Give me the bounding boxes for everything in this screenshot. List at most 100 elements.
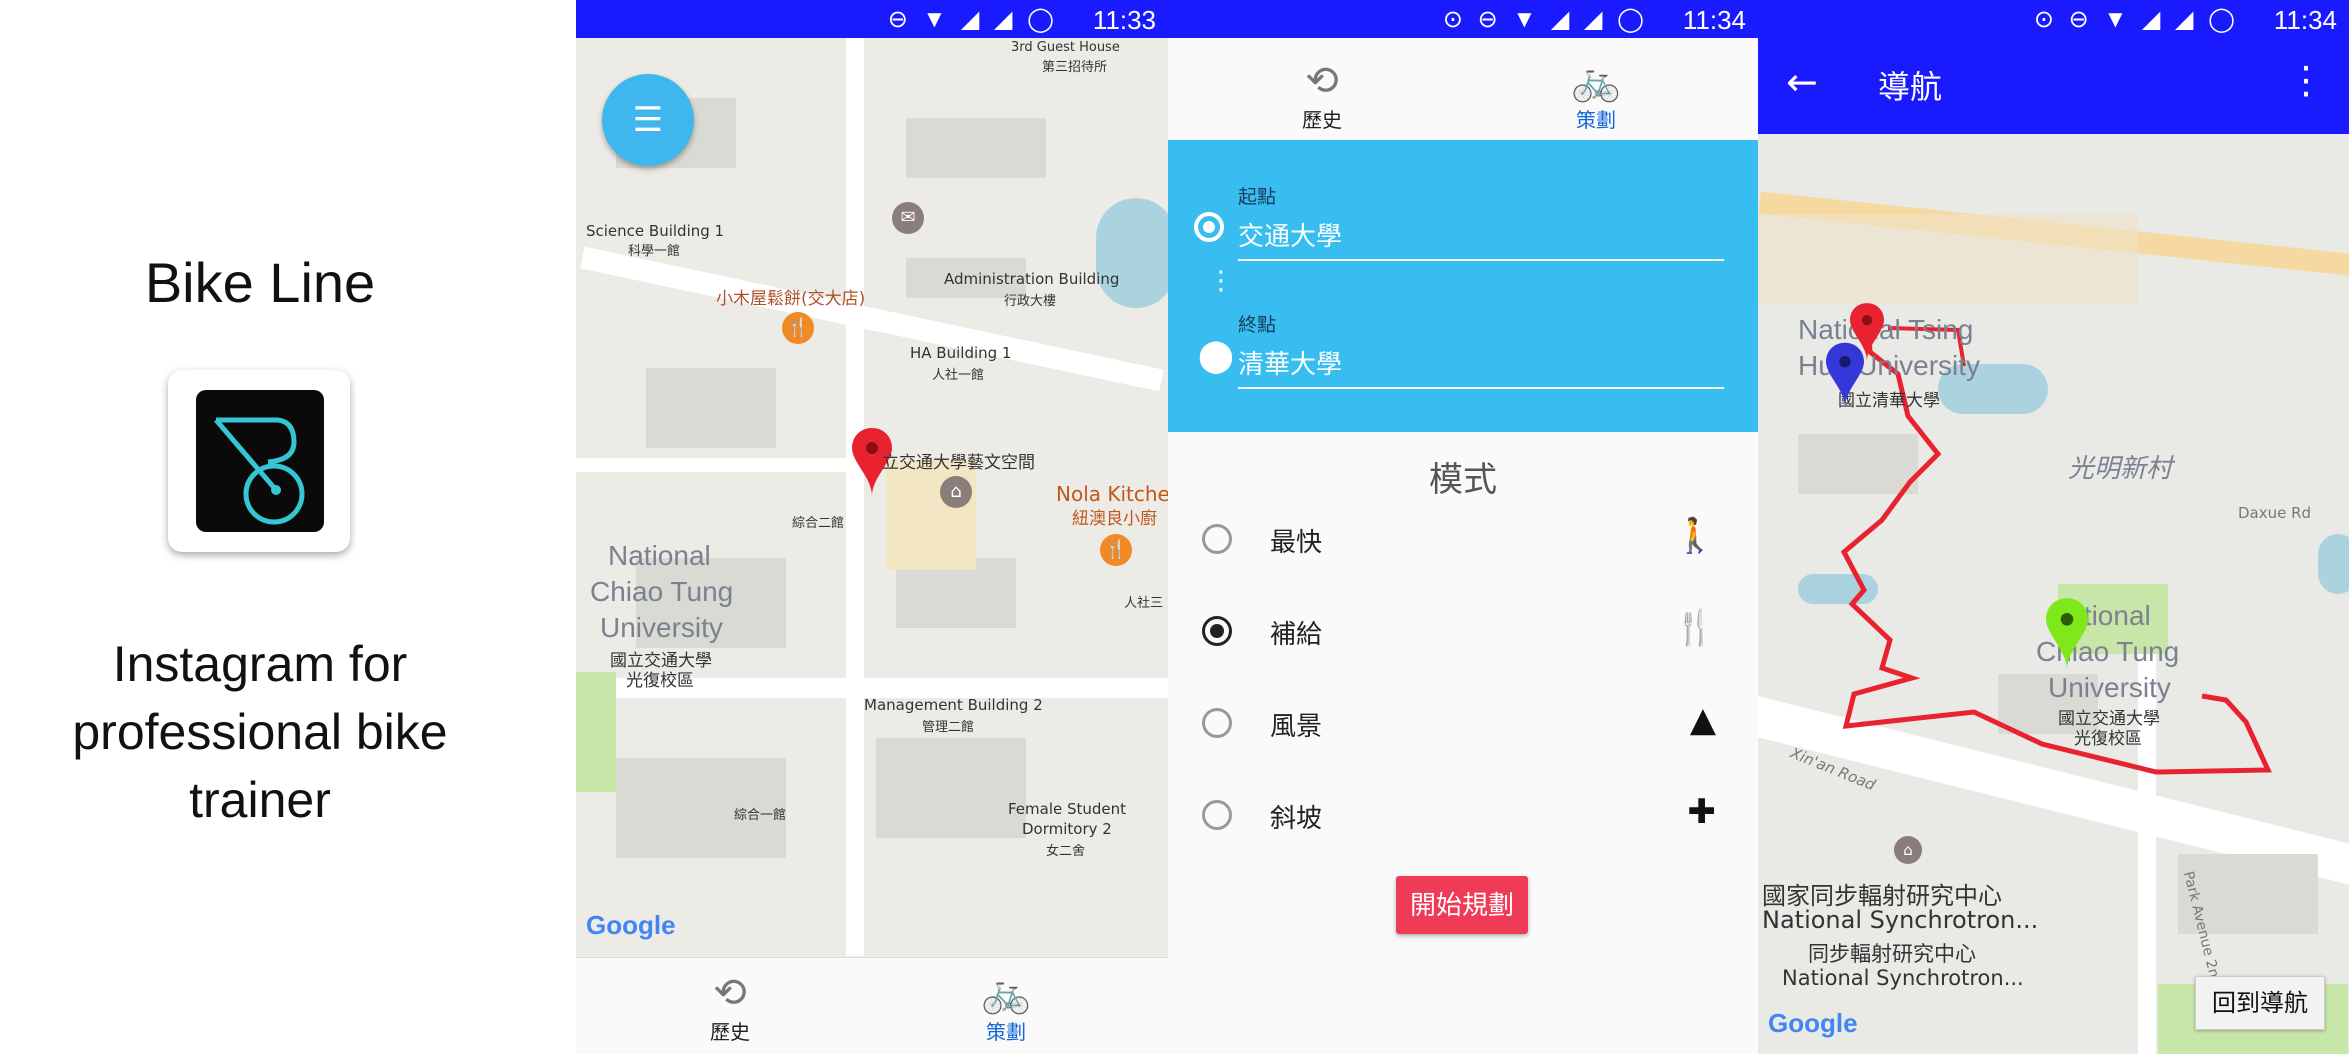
- menu-button[interactable]: ☰: [602, 74, 694, 166]
- map-label: Female Student: [1008, 800, 1127, 818]
- map-label: 女二舍: [1046, 844, 1086, 859]
- mode-label: 補給: [1270, 620, 1323, 650]
- radio-button[interactable]: [1202, 524, 1232, 554]
- radio-button[interactable]: [1202, 800, 1232, 830]
- status-icons: ⊖ ▼ ◢ ◢ ◯: [887, 6, 1058, 33]
- return-to-navigation-button[interactable]: 回到導航: [2195, 976, 2325, 1030]
- map-label: 紐澳良小廚: [1072, 509, 1157, 529]
- map-label: 綜合一館: [734, 808, 787, 823]
- status-icons: ⊙ ⊖ ▼ ◢ ◢ ◯: [2033, 6, 2239, 33]
- app-description: Instagram for professional bike trainer: [72, 636, 448, 828]
- map-label: University: [600, 612, 723, 643]
- history-icon: ⟲: [713, 970, 747, 1016]
- mode-option-fastest[interactable]: 最快 🚶: [1168, 512, 1758, 572]
- app-title: Bike Line: [144, 251, 376, 314]
- mode-label: 風景: [1270, 712, 1323, 742]
- map-label: Chiao Tung: [590, 576, 734, 607]
- origin-icon: [1194, 212, 1224, 242]
- map-label: 科學一館: [628, 244, 681, 259]
- map-label: 光復校區: [626, 671, 694, 691]
- mode-option-scenery[interactable]: 風景 ▲: [1168, 696, 1758, 756]
- map-label: HA Building 1: [910, 344, 1012, 362]
- nav-history-label: 歷史: [710, 1020, 750, 1044]
- map-label: 3rd Guest House: [1011, 40, 1120, 55]
- map-label: 人社三: [1124, 596, 1164, 611]
- route-panel: 起點 交通大學 ⋮ 終點 ⬤ 清華大學: [1168, 140, 1758, 432]
- nav-history[interactable]: ⟲ 歷史: [640, 970, 820, 1045]
- restaurant-icon: 🍴: [1673, 608, 1716, 648]
- end-label: 終點: [1238, 314, 1277, 336]
- map-label: Science Building 1: [586, 222, 725, 240]
- navigation-screen: ⊙ ⊖ ▼ ◢ ◢ ◯ 11:34 ← 導航 ⋮ National Tsing …: [1758, 0, 2349, 1054]
- current-location-marker-icon[interactable]: [1826, 342, 1864, 412]
- history-icon: ⟲: [1305, 58, 1339, 104]
- museum-icon[interactable]: ⌂: [1894, 836, 1922, 864]
- mode-option-supply[interactable]: 補給 🍴: [1168, 604, 1758, 664]
- map-label: National Tsing: [1798, 314, 1974, 345]
- start-planning-button[interactable]: 開始規劃: [1396, 876, 1528, 934]
- walk-icon: 🚶: [1673, 516, 1716, 556]
- status-bar: ⊙ ⊖ ▼ ◢ ◢ ◯ 11:34: [1758, 0, 2349, 38]
- map-label: 人社一館: [932, 368, 985, 383]
- app-bar: ← 導航 ⋮: [1758, 38, 2349, 134]
- start-label: 起點: [1238, 186, 1277, 208]
- more-vert-icon: ⋮: [1208, 266, 1234, 296]
- map-label: Management Building 2: [864, 696, 1043, 714]
- map-label: 管理二館: [922, 720, 975, 735]
- app-logo: [168, 370, 350, 552]
- tab-plan-label: 策劃: [1576, 108, 1616, 132]
- map-label: National: [608, 540, 711, 571]
- map-label: Daxue Rd: [2238, 504, 2312, 522]
- bottom-nav: ⟲ 歷史 🚲 策劃: [576, 957, 1168, 1054]
- back-arrow-icon[interactable]: ←: [1786, 60, 1818, 104]
- mountain-icon: ▲: [1689, 700, 1716, 740]
- status-icons: ⊙ ⊖ ▼ ◢ ◢ ◯: [1442, 6, 1648, 33]
- map-label: 行政大樓: [1004, 294, 1057, 309]
- mode-option-slope[interactable]: 斜坡 ✚: [1168, 788, 1758, 848]
- map-label: 立交通大學藝文空間: [882, 453, 1035, 473]
- status-time: 11:33: [1092, 5, 1156, 35]
- map-label: 同步輻射研究中心: [1808, 942, 1976, 966]
- map-label: National Synchrotron...: [1762, 906, 2039, 934]
- map-label: University: [2048, 672, 2171, 703]
- bike-icon: 🚲: [981, 970, 1031, 1016]
- restaurant-icon[interactable]: 🍴: [782, 312, 814, 344]
- status-bar: ⊖ ▼ ◢ ◢ ◯ 11:33: [576, 0, 1168, 38]
- mode-label: 斜坡: [1270, 804, 1323, 834]
- status-bar: ⊙ ⊖ ▼ ◢ ◢ ◯ 11:34: [1168, 0, 1758, 38]
- bike-icon: 🚲: [1571, 58, 1621, 104]
- end-field[interactable]: 清華大學: [1238, 344, 1724, 389]
- mode-title: 模式: [1429, 460, 1497, 500]
- start-field[interactable]: 交通大學: [1238, 216, 1724, 261]
- nav-plan-label: 策劃: [986, 1020, 1026, 1044]
- tab-bar: ⟲ 歷史 🚲 策劃: [1168, 38, 1758, 140]
- map-label: Nola Kitchen: [1056, 482, 1168, 506]
- google-logo: Google: [586, 910, 676, 940]
- radio-button[interactable]: [1202, 616, 1232, 646]
- tab-plan[interactable]: 🚲 策劃: [1506, 58, 1686, 133]
- mode-label: 最快: [1270, 528, 1323, 558]
- map-screen: ⊖ ▼ ◢ ◢ ◯ 11:33 ☰ 3rd Guest House 第三招待所 …: [576, 0, 1168, 1054]
- tab-history-label: 歷史: [1302, 108, 1342, 132]
- google-logo: Google: [1768, 1008, 1858, 1038]
- planner-screen: ⊙ ⊖ ▼ ◢ ◢ ◯ 11:34 ⟲ 歷史 🚲 策劃 起點 交通大學 ⋮ 終點…: [1168, 0, 1758, 1054]
- radio-button[interactable]: [1202, 708, 1232, 738]
- fitness-icon: ✚: [1687, 792, 1717, 832]
- map-label: 第三招待所: [1042, 60, 1108, 75]
- restaurant-icon[interactable]: 🍴: [1100, 534, 1132, 566]
- page-title: 導航: [1878, 68, 1943, 106]
- nav-plan[interactable]: 🚲 策劃: [916, 970, 1096, 1045]
- status-time: 11:34: [2273, 5, 2337, 35]
- map-label: 光明新村: [2068, 453, 2173, 483]
- more-vert-icon[interactable]: ⋮: [2287, 58, 2325, 102]
- map-label: 光復校區: [2074, 729, 2142, 749]
- tab-history[interactable]: ⟲ 歷史: [1232, 58, 1412, 133]
- mail-icon[interactable]: ✉: [892, 202, 924, 234]
- origin-marker-icon[interactable]: [2046, 598, 2088, 674]
- museum-icon[interactable]: ⌂: [940, 476, 972, 508]
- map-label: 小木屋鬆餅(交大店): [716, 289, 866, 309]
- destination-pin-icon: ⬤: [1198, 336, 1234, 374]
- map-label: 綜合二館: [792, 516, 845, 531]
- map-label: Administration Building: [944, 270, 1120, 288]
- map-label: National Synchrotron...: [1782, 966, 2024, 990]
